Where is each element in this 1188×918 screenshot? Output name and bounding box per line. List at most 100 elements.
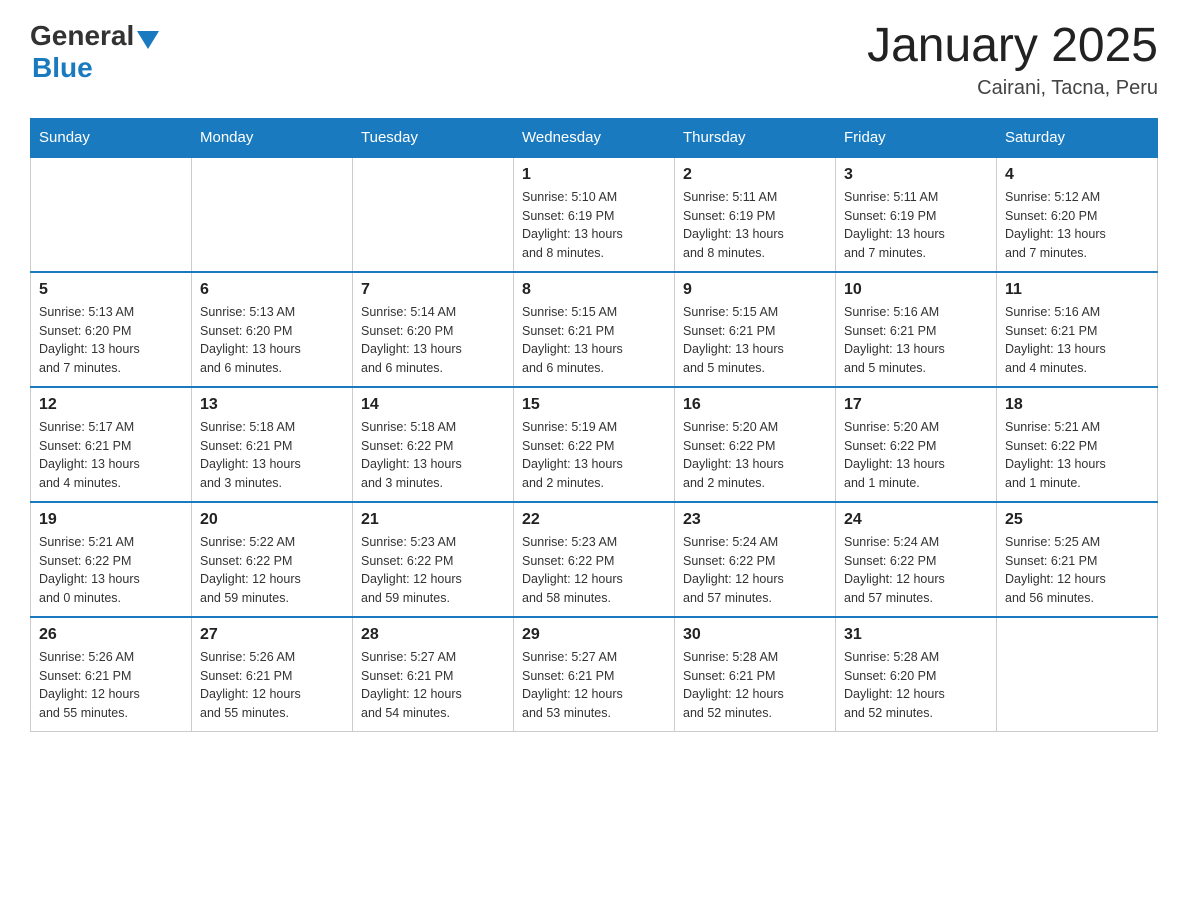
header-monday: Monday (192, 118, 353, 157)
day-number: 16 (683, 396, 827, 414)
title-area: January 2025 Cairani, Tacna, Peru (867, 20, 1158, 100)
day-info: Sunrise: 5:18 AM Sunset: 6:21 PM Dayligh… (200, 418, 344, 493)
header-sunday: Sunday (31, 118, 192, 157)
day-number: 27 (200, 626, 344, 644)
table-row: 17 Sunrise: 5:20 AM Sunset: 6:22 PM Dayli… (836, 387, 997, 502)
table-row: 13 Sunrise: 5:18 AM Sunset: 6:21 PM Dayli… (192, 387, 353, 502)
day-info: Sunrise: 5:21 AM Sunset: 6:22 PM Dayligh… (39, 533, 183, 608)
table-row: 29Sunrise: 5:27 AM Sunset: 6:21 PM Dayli… (514, 617, 675, 732)
table-row: 28Sunrise: 5:27 AM Sunset: 6:21 PM Dayli… (353, 617, 514, 732)
day-info: Sunrise: 5:20 AM Sunset: 6:22 PM Dayligh… (844, 418, 988, 493)
table-row: 21 Sunrise: 5:23 AM Sunset: 6:22 PM Dayli… (353, 502, 514, 617)
table-row: 27 Sunrise: 5:26 AM Sunset: 6:21 PM Dayli… (192, 617, 353, 732)
day-number: 11 (1005, 281, 1149, 299)
day-info: Sunrise: 5:12 AM Sunset: 6:20 PM Dayligh… (1005, 188, 1149, 263)
table-row: 4 Sunrise: 5:12 AM Sunset: 6:20 PM Daylig… (997, 157, 1158, 272)
table-row: 10 Sunrise: 5:16 AM Sunset: 6:21 PM Dayli… (836, 272, 997, 387)
day-number: 30 (683, 626, 827, 644)
table-row: 3 Sunrise: 5:11 AM Sunset: 6:19 PM Daylig… (836, 157, 997, 272)
header-friday: Friday (836, 118, 997, 157)
day-info: Sunrise: 5:19 AM Sunset: 6:22 PM Dayligh… (522, 418, 666, 493)
day-info: Sunrise: 5:11 AM Sunset: 6:19 PM Dayligh… (683, 188, 827, 263)
day-info: Sunrise: 5:22 AM Sunset: 6:22 PM Dayligh… (200, 533, 344, 608)
day-info: Sunrise: 5:11 AM Sunset: 6:19 PM Dayligh… (844, 188, 988, 263)
table-row: 20Sunrise: 5:22 AM Sunset: 6:22 PM Dayli… (192, 502, 353, 617)
table-row: 22 Sunrise: 5:23 AM Sunset: 6:22 PM Dayli… (514, 502, 675, 617)
table-row (353, 157, 514, 272)
day-number: 10 (844, 281, 988, 299)
header-thursday: Thursday (675, 118, 836, 157)
day-number: 14 (361, 396, 505, 414)
day-info: Sunrise: 5:25 AM Sunset: 6:21 PM Dayligh… (1005, 533, 1149, 608)
day-number: 6 (200, 281, 344, 299)
page-title: January 2025 (867, 20, 1158, 73)
day-number: 1 (522, 166, 666, 184)
table-row: 7 Sunrise: 5:14 AM Sunset: 6:20 PM Daylig… (353, 272, 514, 387)
logo-general: General (30, 20, 134, 52)
day-number: 17 (844, 396, 988, 414)
table-row: 30 Sunrise: 5:28 AM Sunset: 6:21 PM Dayli… (675, 617, 836, 732)
table-row: 25 Sunrise: 5:25 AM Sunset: 6:21 PM Dayli… (997, 502, 1158, 617)
calendar-week-row: 1 Sunrise: 5:10 AM Sunset: 6:19 PM Daylig… (31, 157, 1158, 272)
day-info: Sunrise: 5:27 AM Sunset: 6:21 PM Dayligh… (361, 648, 505, 723)
table-row: 19Sunrise: 5:21 AM Sunset: 6:22 PM Dayli… (31, 502, 192, 617)
header-tuesday: Tuesday (353, 118, 514, 157)
table-row: 15Sunrise: 5:19 AM Sunset: 6:22 PM Dayli… (514, 387, 675, 502)
calendar-week-row: 19Sunrise: 5:21 AM Sunset: 6:22 PM Dayli… (31, 502, 1158, 617)
day-info: Sunrise: 5:21 AM Sunset: 6:22 PM Dayligh… (1005, 418, 1149, 493)
day-info: Sunrise: 5:10 AM Sunset: 6:19 PM Dayligh… (522, 188, 666, 263)
day-info: Sunrise: 5:24 AM Sunset: 6:22 PM Dayligh… (844, 533, 988, 608)
day-number: 2 (683, 166, 827, 184)
calendar-table: Sunday Monday Tuesday Wednesday Thursday… (30, 118, 1158, 732)
day-info: Sunrise: 5:24 AM Sunset: 6:22 PM Dayligh… (683, 533, 827, 608)
calendar-week-row: 5Sunrise: 5:13 AM Sunset: 6:20 PM Daylig… (31, 272, 1158, 387)
day-number: 18 (1005, 396, 1149, 414)
day-number: 29 (522, 626, 666, 644)
day-info: Sunrise: 5:14 AM Sunset: 6:20 PM Dayligh… (361, 303, 505, 378)
day-number: 9 (683, 281, 827, 299)
calendar-week-row: 12 Sunrise: 5:17 AM Sunset: 6:21 PM Dayli… (31, 387, 1158, 502)
table-row: 24Sunrise: 5:24 AM Sunset: 6:22 PM Dayli… (836, 502, 997, 617)
day-number: 25 (1005, 511, 1149, 529)
table-row: 9Sunrise: 5:15 AM Sunset: 6:21 PM Daylig… (675, 272, 836, 387)
day-info: Sunrise: 5:13 AM Sunset: 6:20 PM Dayligh… (200, 303, 344, 378)
table-row: 16 Sunrise: 5:20 AM Sunset: 6:22 PM Dayli… (675, 387, 836, 502)
day-number: 7 (361, 281, 505, 299)
table-row: 11 Sunrise: 5:16 AM Sunset: 6:21 PM Dayli… (997, 272, 1158, 387)
day-number: 21 (361, 511, 505, 529)
calendar-week-row: 26Sunrise: 5:26 AM Sunset: 6:21 PM Dayli… (31, 617, 1158, 732)
table-row: 12 Sunrise: 5:17 AM Sunset: 6:21 PM Dayli… (31, 387, 192, 502)
day-info: Sunrise: 5:17 AM Sunset: 6:21 PM Dayligh… (39, 418, 183, 493)
day-number: 12 (39, 396, 183, 414)
table-row: 14Sunrise: 5:18 AM Sunset: 6:22 PM Dayli… (353, 387, 514, 502)
day-info: Sunrise: 5:23 AM Sunset: 6:22 PM Dayligh… (522, 533, 666, 608)
day-info: Sunrise: 5:20 AM Sunset: 6:22 PM Dayligh… (683, 418, 827, 493)
logo: General Blue (30, 20, 159, 84)
day-number: 3 (844, 166, 988, 184)
day-number: 23 (683, 511, 827, 529)
day-info: Sunrise: 5:15 AM Sunset: 6:21 PM Dayligh… (522, 303, 666, 378)
day-info: Sunrise: 5:16 AM Sunset: 6:21 PM Dayligh… (844, 303, 988, 378)
day-number: 13 (200, 396, 344, 414)
day-number: 8 (522, 281, 666, 299)
day-info: Sunrise: 5:13 AM Sunset: 6:20 PM Dayligh… (39, 303, 183, 378)
page-header: General Blue January 2025 Cairani, Tacna… (30, 20, 1158, 100)
table-row (31, 157, 192, 272)
table-row: 6 Sunrise: 5:13 AM Sunset: 6:20 PM Daylig… (192, 272, 353, 387)
table-row: 23 Sunrise: 5:24 AM Sunset: 6:22 PM Dayli… (675, 502, 836, 617)
day-info: Sunrise: 5:23 AM Sunset: 6:22 PM Dayligh… (361, 533, 505, 608)
table-row: 26Sunrise: 5:26 AM Sunset: 6:21 PM Dayli… (31, 617, 192, 732)
table-row (192, 157, 353, 272)
day-info: Sunrise: 5:28 AM Sunset: 6:21 PM Dayligh… (683, 648, 827, 723)
day-number: 4 (1005, 166, 1149, 184)
day-info: Sunrise: 5:26 AM Sunset: 6:21 PM Dayligh… (200, 648, 344, 723)
day-info: Sunrise: 5:16 AM Sunset: 6:21 PM Dayligh… (1005, 303, 1149, 378)
day-number: 31 (844, 626, 988, 644)
logo-blue: Blue (32, 52, 93, 83)
table-row: 1 Sunrise: 5:10 AM Sunset: 6:19 PM Daylig… (514, 157, 675, 272)
day-number: 22 (522, 511, 666, 529)
table-row: 2 Sunrise: 5:11 AM Sunset: 6:19 PM Daylig… (675, 157, 836, 272)
table-row: 5Sunrise: 5:13 AM Sunset: 6:20 PM Daylig… (31, 272, 192, 387)
day-info: Sunrise: 5:26 AM Sunset: 6:21 PM Dayligh… (39, 648, 183, 723)
table-row: 8 Sunrise: 5:15 AM Sunset: 6:21 PM Daylig… (514, 272, 675, 387)
